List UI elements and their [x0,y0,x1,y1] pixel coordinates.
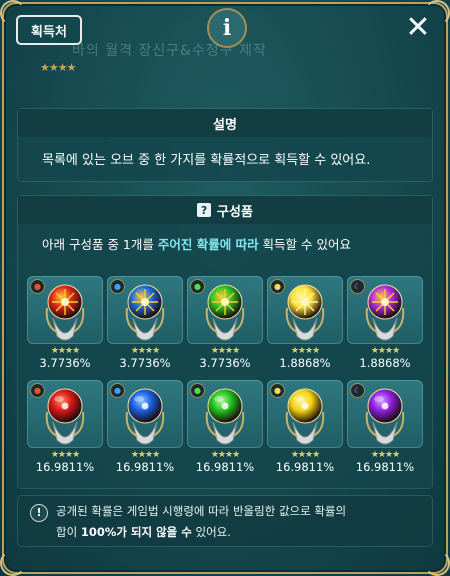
dark-orb-icon [365,284,405,341]
water-orb-icon [125,284,165,341]
close-icon[interactable]: ✕ [404,13,432,43]
star-rating: ★★★★ [50,346,80,356]
instruction-text: 아래 구성품 중 1개를 [42,237,158,252]
orb-item-card[interactable]: ● [187,276,263,344]
drop-probability: 16.9811% [355,460,415,474]
wind-orb-icon [205,284,245,341]
drop-probability: 16.9811% [195,460,255,474]
star-rating: ★★★★ [370,346,400,356]
description-text: 목록에 있는 오브 중 한 가지를 확률적으로 획득할 수 있어요. [42,153,371,168]
notice-text: 있어요. [191,525,231,539]
components-title: 구성품 [217,204,253,220]
star-rating: ★★★★ [290,450,320,460]
notice-bold-text: 100%가 되지 않을 수 [80,525,192,539]
drop-probability: 3.7736% [39,356,91,370]
star-rating: ★★★★ [370,450,400,460]
star-rating: ★★★★ [50,450,80,460]
drop-probability: 1.8868% [359,356,411,370]
star-rating: ★★★★ [130,450,160,460]
fire-orb-icon [45,388,85,445]
light-orb-icon [285,284,325,341]
drop-probability: 3.7736% [119,356,171,370]
fire-orb-icon [45,284,85,341]
info-icon[interactable]: i [207,8,247,48]
acquisition-popup: 바의 월격 장신구&수정구 제작 ★★★★ 획득처 i ✕ 설명 목록에 있는 … [0,0,450,576]
components-header: ? 구성품 [18,196,432,224]
star-rating: ★★★★ [290,346,320,356]
star-rating: ★★★★ [130,346,160,356]
light-orb-icon [285,388,325,445]
orb-item-card[interactable]: ● [267,276,343,344]
frame-corner-ornament [0,550,26,576]
notice-line-2: 합이 100%가 되지 않을 수 있어요. [56,524,231,540]
star-rating: ★★★★ [210,450,240,460]
orb-item-card[interactable]: ● [107,276,183,344]
instruction-highlight: 주어진 확률에 따라 [157,237,259,252]
probability-notice: ! 공개된 확률은 게임법 시행령에 따라 반올림한 값으로 확률의 합이 10… [18,496,432,546]
description-section: 설명 목록에 있는 오브 중 한 가지를 확률적으로 획득할 수 있어요. [18,109,432,181]
description-header: 설명 [18,109,432,137]
help-icon[interactable]: ? [197,203,212,217]
drop-probability: 3.7736% [199,356,251,370]
background-star-rating: ★★★★ [40,61,76,74]
notice-line-1: 공개된 확률은 게임법 시행령에 따라 반올림한 값으로 확률의 [56,504,347,518]
orb-item-card[interactable]: ● [267,380,343,448]
drop-probability: 16.9811% [275,460,335,474]
drop-probability: 16.9811% [35,460,95,474]
water-orb-icon [125,388,165,445]
dark-orb-icon [365,388,405,445]
orb-item-card[interactable]: ● [107,380,183,448]
orb-item-card[interactable]: ● [27,276,103,344]
orb-item-card[interactable]: ☾ [347,276,423,344]
orb-item-card[interactable]: ● [27,380,103,448]
drop-probability: 1.8868% [279,356,331,370]
notice-text: 합이 [56,525,81,539]
orb-item-card[interactable]: ● [187,380,263,448]
star-rating: ★★★★ [210,346,240,356]
frame-corner-ornament [424,550,450,576]
orb-item-card[interactable]: ☾ [347,380,423,448]
acquisition-source-button[interactable]: 획득처 [16,15,82,45]
components-instruction: 아래 구성품 중 1개를 주어진 확률에 따라 획득할 수 있어요 [18,224,432,253]
instruction-text: 획득할 수 있어요 [258,237,351,252]
wind-orb-icon [205,388,245,445]
drop-probability: 16.9811% [115,460,175,474]
warning-icon: ! [30,504,48,522]
